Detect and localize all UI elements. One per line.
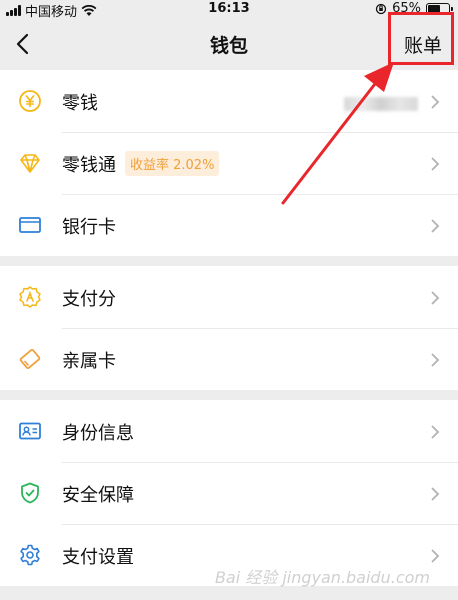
watermark: Bai 经验 jingyan.baidu.com [214, 568, 430, 587]
annotation-arrow [281, 62, 394, 205]
